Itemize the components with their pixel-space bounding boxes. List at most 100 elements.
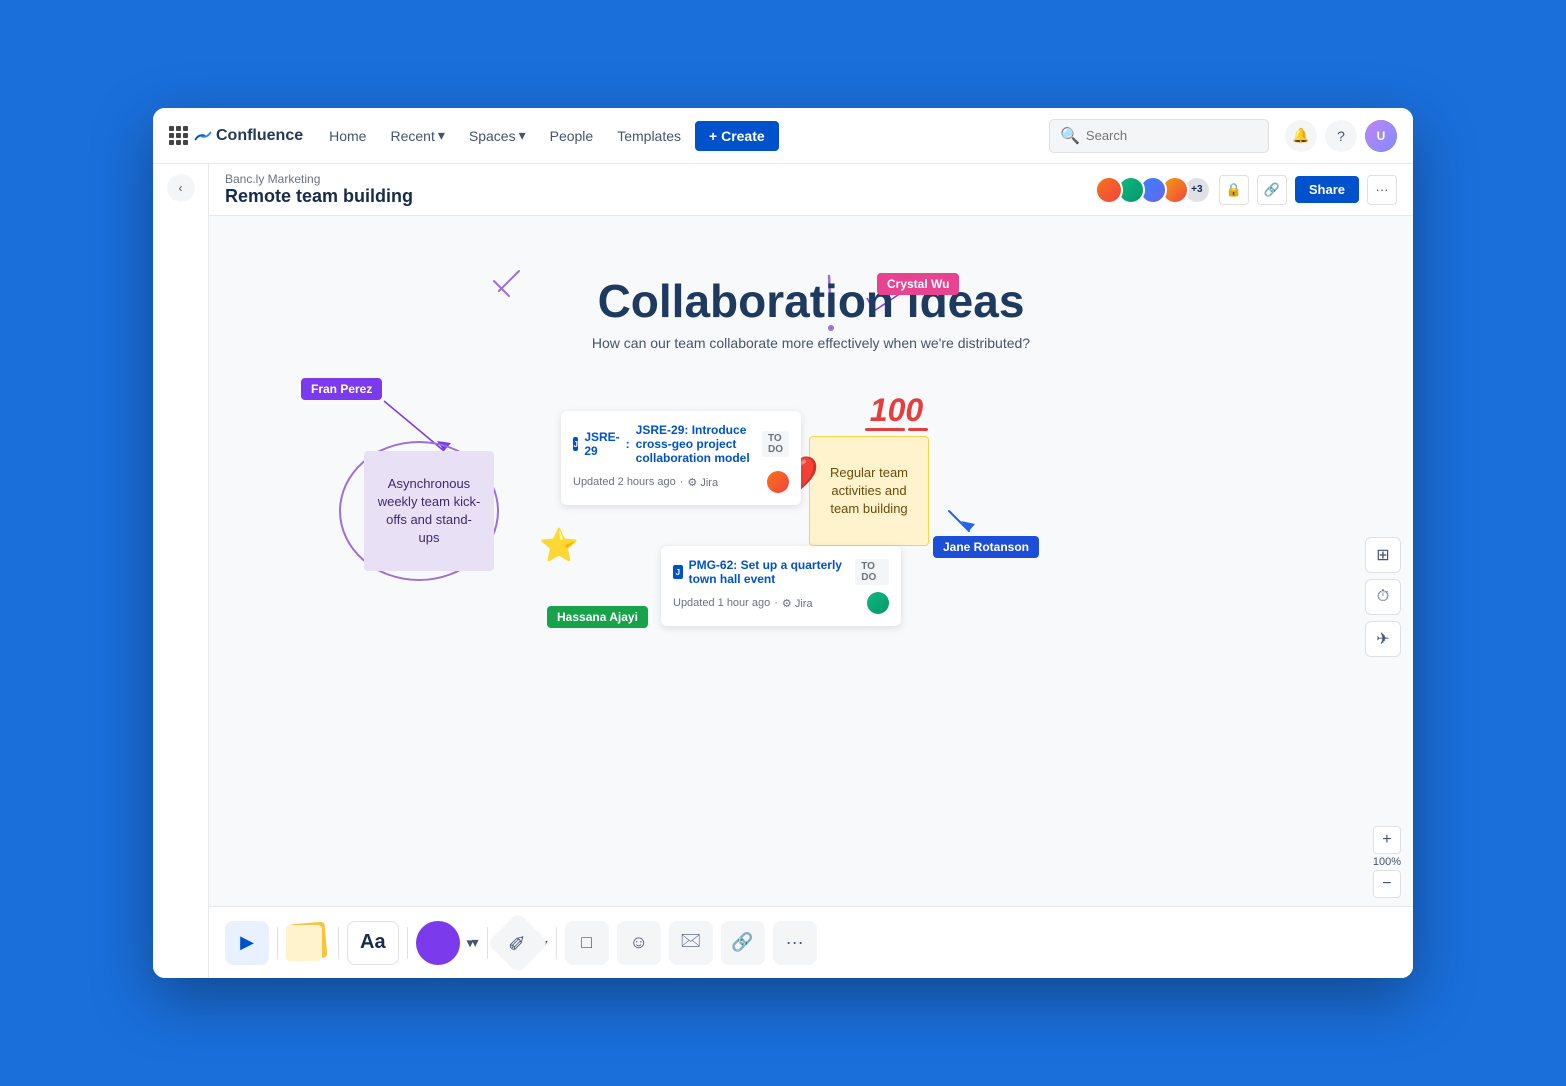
nav-home[interactable]: Home	[319, 122, 376, 150]
page-body: ‹ Banc.ly Marketing Remote team building…	[153, 164, 1413, 978]
pencil-tool-group: ✏ ▾	[496, 921, 548, 965]
avatar-1	[1095, 176, 1123, 204]
more-options-button[interactable]: ···	[1367, 175, 1397, 205]
share-button[interactable]: Share	[1295, 176, 1359, 203]
right-toolbar: ⊞ ⏱ ✈	[1365, 537, 1401, 657]
jira-icon-1: J	[573, 437, 578, 451]
crystal-wu-label: Crystal Wu	[877, 273, 959, 295]
page-header-right: +3 🔒 🔗 Share ···	[1095, 175, 1397, 205]
chevron-down-icon: ▾	[519, 127, 526, 144]
app-logo[interactable]: Confluence	[169, 126, 303, 145]
star-decoration: ⭐	[539, 526, 579, 564]
tool-separator-1	[277, 927, 278, 959]
sticky-note-async-text: Asynchronous weekly team kick-offs and s…	[376, 475, 482, 548]
color-card-front	[286, 925, 322, 961]
browser-window: Confluence Home Recent ▾ Spaces ▾ People…	[153, 108, 1413, 978]
hundred-number: 100	[865, 394, 928, 426]
jira-card-2-meta-left: Updated 1 hour ago · ⚙ Jira	[673, 597, 813, 610]
jira-card-1[interactable]: J JSRE-29: Introduce cross-geo project c…	[561, 411, 801, 505]
jane-rotanson-label: Jane Rotanson	[933, 536, 1039, 558]
color-picker[interactable]	[286, 921, 330, 965]
whiteboard-title-section: Collaboration ideas How can our team col…	[592, 276, 1030, 351]
nav-links: Home Recent ▾ Spaces ▾ People Templates …	[319, 121, 1041, 151]
confluence-logo-icon	[194, 127, 212, 145]
help-button[interactable]: ?	[1325, 120, 1357, 152]
zoom-out-button[interactable]: −	[1373, 870, 1401, 898]
whiteboard-title: Collaboration ideas	[592, 276, 1030, 327]
tool-separator-3	[407, 927, 408, 959]
jira-card-2-status: TO DO	[855, 559, 889, 585]
nav-templates[interactable]: Templates	[607, 122, 691, 150]
nav-recent[interactable]: Recent ▾	[380, 121, 454, 150]
top-navigation: Confluence Home Recent ▾ Spaces ▾ People…	[153, 108, 1413, 164]
pointer-tool-button[interactable]: ✈	[1365, 621, 1401, 657]
jira-card-1-header: J JSRE-29: Introduce cross-geo project c…	[573, 423, 789, 465]
search-box[interactable]: 🔍	[1049, 119, 1269, 153]
timer-tool-button[interactable]: ⏱	[1365, 579, 1401, 615]
jira-card-1-meta-left: Updated 2 hours ago · ⚙ Jira	[573, 476, 718, 489]
jira-assignee-avatar-1	[767, 471, 789, 493]
search-input[interactable]	[1086, 128, 1258, 143]
sticky-note-team-text: Regular team activities and team buildin…	[822, 464, 916, 519]
rectangle-tool-button[interactable]: □	[565, 921, 609, 965]
main-content: Banc.ly Marketing Remote team building +…	[209, 164, 1413, 978]
nav-people[interactable]: People	[540, 122, 604, 150]
tool-separator-4	[487, 927, 488, 959]
sticky-note-async[interactable]: Asynchronous weekly team kick-offs and s…	[364, 451, 494, 571]
search-icon: 🔍	[1060, 126, 1080, 146]
jira-card-1-meta: Updated 2 hours ago · ⚙ Jira	[573, 471, 789, 493]
hassana-ajayi-label: Hassana Ajayi	[547, 606, 648, 628]
breadcrumb: Banc.ly Marketing	[225, 172, 413, 186]
jira-source-1: ⚙ Jira	[687, 476, 718, 489]
link-button[interactable]: 🔗	[1257, 175, 1287, 205]
more-tools-button[interactable]: ···	[773, 921, 817, 965]
jira-card-1-status: TO DO	[762, 431, 789, 457]
nav-spaces[interactable]: Spaces ▾	[459, 121, 536, 150]
zoom-level-display: 100%	[1373, 856, 1401, 868]
whiteboard-subtitle: How can our team collaborate more effect…	[592, 335, 1030, 351]
stamp-tool-button[interactable]: 🖂	[669, 921, 713, 965]
hundred-underlines	[865, 428, 928, 431]
jira-updated-1: Updated 2 hours ago	[573, 476, 676, 488]
zoom-in-button[interactable]: +	[1373, 826, 1401, 854]
jira-card-2[interactable]: J PMG-62: Set up a quarterly town hall e…	[661, 546, 901, 626]
shape-color-picker[interactable]	[416, 921, 460, 965]
user-avatar[interactable]: U	[1365, 120, 1397, 152]
play-tool-button[interactable]: ▶	[225, 921, 269, 965]
font-tool-button[interactable]: Aa	[347, 921, 399, 965]
nav-icons: 🔔 ? U	[1285, 120, 1397, 152]
jira-updated-2: Updated 1 hour ago	[673, 597, 770, 609]
page-header: Banc.ly Marketing Remote team building +…	[209, 164, 1413, 216]
whiteboard: Collaboration ideas How can our team col…	[209, 216, 1413, 978]
notifications-button[interactable]: 🔔	[1285, 120, 1317, 152]
collaborators-avatars: +3	[1095, 176, 1211, 204]
jira-source-2: ⚙ Jira	[782, 597, 813, 610]
tool-separator-2	[338, 927, 339, 959]
chevron-down-icon: ▾	[438, 127, 445, 144]
canvas-area[interactable]: Collaboration ideas How can our team col…	[209, 216, 1413, 978]
jira-card-1-id: J JSRE-29: Introduce cross-geo project c…	[573, 423, 762, 465]
hundred-decoration: 100	[865, 394, 928, 431]
lock-button[interactable]: 🔒	[1219, 175, 1249, 205]
user-avatar-initials: U	[1365, 120, 1397, 152]
table-tool-button[interactable]: ⊞	[1365, 537, 1401, 573]
tool-separator-5	[556, 927, 557, 959]
emoji-tool-button[interactable]: ☺	[617, 921, 661, 965]
link-tool-button[interactable]: 🔗	[721, 921, 765, 965]
bottom-toolbar: ▶ Aa ▾	[209, 906, 1413, 978]
pencil-tool-button[interactable]: ✏	[486, 911, 548, 973]
page-header-left: Banc.ly Marketing Remote team building	[225, 172, 413, 207]
page-title: Remote team building	[225, 186, 413, 207]
brand-name: Confluence	[194, 127, 303, 145]
fran-perez-label: Fran Perez	[301, 378, 382, 400]
jira-assignee-avatar-2	[867, 592, 889, 614]
grid-icon	[169, 126, 188, 145]
sidebar-toggle-button[interactable]: ‹	[167, 174, 195, 202]
jira-card-2-meta: Updated 1 hour ago · ⚙ Jira	[673, 592, 889, 614]
brand-label: Confluence	[216, 127, 303, 145]
sticky-note-team[interactable]: Regular team activities and team buildin…	[809, 436, 929, 546]
jira-card-2-header: J PMG-62: Set up a quarterly town hall e…	[673, 558, 889, 586]
create-button[interactable]: + Create	[695, 121, 779, 151]
sidebar: ‹	[153, 164, 209, 978]
jira-icon-2: J	[673, 565, 683, 579]
